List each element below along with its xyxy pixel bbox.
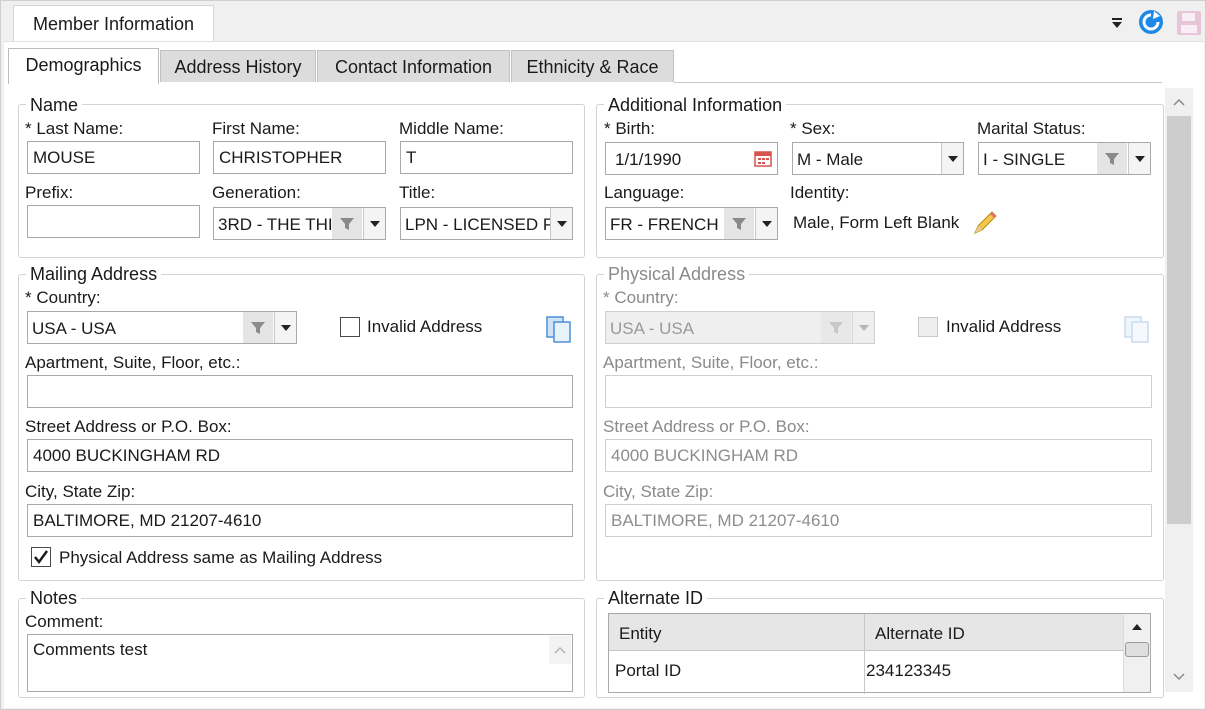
language-value: FR - FRENCH <box>610 215 719 234</box>
physical-city-label: City, State Zip: <box>603 482 714 501</box>
mailing-city-label: City, State Zip: <box>25 482 136 501</box>
tab-divider <box>674 82 1162 83</box>
chevron-down-icon[interactable] <box>755 208 777 239</box>
birth-label: * Birth: <box>604 119 656 138</box>
middle-name-label: Middle Name: <box>399 119 504 138</box>
main-scroll-thumb[interactable] <box>1167 116 1191 524</box>
comment-textarea[interactable]: Comments test <box>27 634 573 692</box>
mailing-country-combo[interactable]: USA - USA <box>27 311 297 344</box>
chevron-down-icon[interactable] <box>550 208 572 239</box>
chevron-down-icon[interactable] <box>274 312 296 343</box>
scroll-down-icon[interactable] <box>1167 666 1191 688</box>
title-label: Title: <box>399 183 436 202</box>
physical-street-field[interactable]: 4000 BUCKINGHAM RD <box>605 439 1152 472</box>
physical-city-field[interactable]: BALTIMORE, MD 21207-4610 <box>605 504 1152 537</box>
marital-status-combo[interactable]: I - SINGLE <box>978 142 1151 175</box>
marital-status-value: I - SINGLE <box>983 150 1066 169</box>
marital-status-label: Marital Status: <box>977 119 1086 138</box>
column-header-entity[interactable]: Entity <box>619 625 662 643</box>
language-combo[interactable]: FR - FRENCH <box>605 207 778 240</box>
filter-icon[interactable] <box>1097 143 1127 174</box>
physical-apt-field[interactable] <box>605 375 1152 408</box>
tab-contact-information[interactable]: Contact Information <box>317 50 510 82</box>
physical-address-title: Physical Address <box>604 265 750 283</box>
tab-ethnicity-race[interactable]: Ethnicity & Race <box>511 50 674 82</box>
mailing-street-label: Street Address or P.O. Box: <box>25 417 232 436</box>
last-name-field[interactable]: MOUSE <box>27 141 200 174</box>
copy-icon[interactable] <box>542 312 576 346</box>
mailing-country-label: * Country: <box>25 288 101 307</box>
generation-combo[interactable]: 3RD - THE THIRD <box>213 207 386 240</box>
prefix-field[interactable] <box>27 205 200 238</box>
mailing-apt-field[interactable] <box>27 375 573 408</box>
sex-label: * Sex: <box>790 119 836 138</box>
filter-icon[interactable] <box>332 208 362 239</box>
checkmark-icon <box>34 550 49 565</box>
tab-demographics[interactable]: Demographics <box>8 48 159 84</box>
first-name-field[interactable]: CHRISTOPHER <box>213 141 386 174</box>
comment-label: Comment: <box>25 612 104 631</box>
scroll-up-icon[interactable] <box>1167 91 1191 113</box>
chevron-up-icon[interactable] <box>549 636 571 664</box>
mailing-country-value: USA - USA <box>32 319 117 338</box>
mailing-address-title: Mailing Address <box>26 265 162 283</box>
identity-value: Male, Form Left Blank <box>793 213 960 232</box>
scroll-up-icon[interactable] <box>1124 616 1149 638</box>
doc-tab-member-information[interactable]: Member Information <box>13 5 214 42</box>
column-header-alternate-id[interactable]: Alternate ID <box>875 625 965 643</box>
name-group-title: Name <box>26 96 83 114</box>
copy-icon <box>1120 312 1154 346</box>
title-combo[interactable]: LPN - LICENSED P <box>400 207 573 240</box>
save-icon[interactable] <box>1174 8 1204 38</box>
prefix-label: Prefix: <box>25 183 74 202</box>
chevron-down-icon <box>852 312 874 343</box>
chevron-down-icon[interactable] <box>941 143 963 174</box>
mailing-street-field[interactable]: 4000 BUCKINGHAM RD <box>27 439 573 472</box>
physical-invalid-address-checkbox[interactable] <box>918 317 938 337</box>
physical-country-combo[interactable]: USA - USA <box>605 311 875 344</box>
filter-icon[interactable] <box>724 208 754 239</box>
sex-value: M - Male <box>797 150 864 169</box>
comment-value: Comments test <box>33 640 148 659</box>
mailing-invalid-address-checkbox[interactable] <box>340 317 360 337</box>
mailing-city-field[interactable]: BALTIMORE, MD 21207-4610 <box>27 504 573 537</box>
first-name-label: First Name: <box>212 119 300 138</box>
filter-icon <box>821 312 851 343</box>
physical-country-value: USA - USA <box>610 319 695 338</box>
middle-name-field[interactable]: T <box>400 141 573 174</box>
sex-combo[interactable]: M - Male <box>792 142 964 175</box>
alternate-id-title: Alternate ID <box>604 589 708 607</box>
same-as-mailing-checkbox[interactable] <box>31 547 51 567</box>
filter-icon[interactable] <box>243 312 273 343</box>
physical-invalid-address-label: Invalid Address <box>946 317 1062 336</box>
birth-date-picker[interactable]: 1/1/1990 <box>605 142 778 175</box>
chevron-down-icon[interactable] <box>363 208 385 239</box>
pencil-edit-icon[interactable] <box>968 206 1002 240</box>
table-cell-entity[interactable]: Portal ID <box>615 662 681 680</box>
notes-title: Notes <box>26 589 82 607</box>
mailing-apt-label: Apartment, Suite, Floor, etc.: <box>25 353 241 372</box>
physical-country-label: * Country: <box>603 288 679 307</box>
mailing-invalid-address-label: Invalid Address <box>367 317 483 336</box>
physical-street-label: Street Address or P.O. Box: <box>603 417 810 436</box>
birth-value: 1/1/1990 <box>615 150 682 169</box>
tab-address-history[interactable]: Address History <box>160 50 316 82</box>
grid-header <box>609 614 1123 651</box>
same-as-mailing-label: Physical Address same as Mailing Address <box>59 548 383 567</box>
chevron-down-icon[interactable] <box>1128 143 1150 174</box>
physical-apt-label: Apartment, Suite, Floor, etc.: <box>603 353 819 372</box>
title-value: LPN - LICENSED P <box>405 215 555 234</box>
generation-label: Generation: <box>212 183 301 202</box>
table-cell-alternate-id[interactable]: 234123345 <box>866 662 951 680</box>
refresh-icon[interactable] <box>1136 7 1166 37</box>
additional-info-title: Additional Information <box>604 96 787 114</box>
grid-scroll-thumb[interactable] <box>1125 642 1149 657</box>
language-label: Language: <box>604 183 685 202</box>
calendar-icon[interactable] <box>752 147 774 169</box>
column-divider <box>864 614 865 694</box>
last-name-label: * Last Name: <box>25 119 124 138</box>
dropdown-menu-icon[interactable] <box>1108 14 1126 32</box>
identity-label: Identity: <box>790 183 850 202</box>
